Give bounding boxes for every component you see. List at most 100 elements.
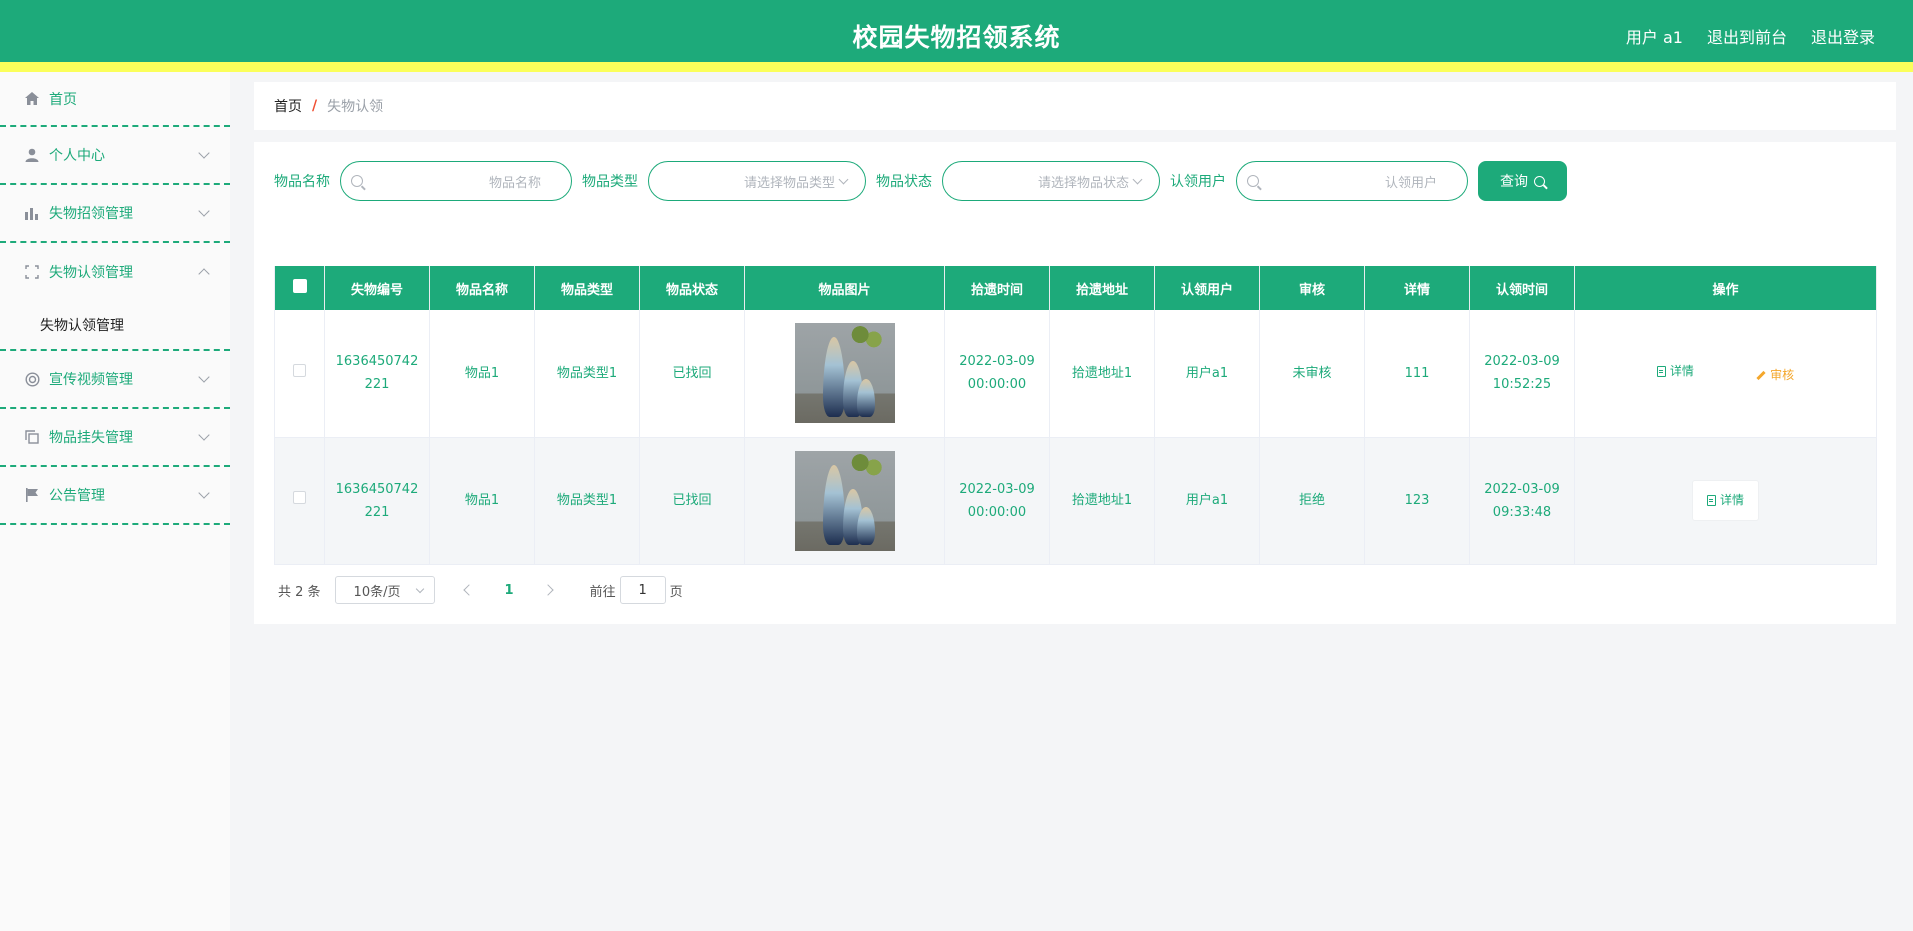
cell-address: 拾遗地址1	[1049, 310, 1155, 438]
scan-icon	[24, 264, 40, 280]
column-header: 物品图片	[744, 266, 945, 310]
sidebar-item-label: 宣传视频管理	[49, 372, 133, 388]
cell-name: 物品1	[429, 310, 535, 438]
chart-icon	[24, 205, 40, 221]
sidebar-item-lost-report[interactable]: 物品挂失管理	[0, 409, 230, 467]
cell-id-line2: 221	[364, 504, 390, 520]
item-image[interactable]	[794, 323, 895, 424]
column-header: 操作	[1574, 266, 1877, 310]
cell-id: 1636450742 221	[324, 437, 430, 565]
goto-page-input[interactable]: 1	[619, 576, 666, 604]
claim-time: 10:52:25	[1492, 377, 1552, 393]
detail-button[interactable]: 详情	[1643, 354, 1708, 389]
cell-detail: 123	[1364, 437, 1470, 565]
sidebar: 首页 个人中心 失物招领管理 失物认领管理 失物认领管理 宣传视频管理 物品挂失…	[0, 72, 230, 931]
query-button[interactable]: 查询	[1478, 161, 1567, 201]
cell-status: 已找回	[639, 437, 745, 565]
next-page-icon[interactable]	[541, 584, 554, 596]
cell-claim-time: 2022-03-09 09:33:48	[1469, 437, 1575, 565]
claim-user-input[interactable]: 认领用户	[1236, 161, 1468, 201]
column-header: 认领时间	[1469, 266, 1575, 310]
copy-icon	[24, 429, 40, 445]
chevron-down-icon	[415, 584, 424, 594]
document-icon	[1706, 495, 1716, 506]
cell-found-time: 2022-03-09 00:00:00	[944, 310, 1050, 438]
item-type-placeholder: 请选择物品类型	[743, 175, 835, 191]
found-time: 00:00:00	[967, 377, 1027, 393]
user-icon	[24, 147, 40, 163]
vase-shape	[856, 379, 875, 418]
row-checkbox[interactable]	[293, 363, 306, 377]
cell-detail: 111	[1364, 310, 1470, 438]
sidebar-item-claim[interactable]: 失物认领管理	[0, 243, 230, 301]
table-row: 1636450742 221 物品1 物品类型1 已找回 2022-03-09 00…	[274, 437, 1877, 565]
claim-user-label: 认领用户	[1170, 174, 1226, 190]
cell-id: 1636450742 221	[324, 310, 430, 438]
page-size-select[interactable]: 10条/页	[334, 576, 435, 604]
cell-id-line1: 1636450742	[335, 354, 419, 370]
leaf-shape	[849, 452, 884, 477]
item-name-input[interactable]: 物品名称	[340, 161, 572, 201]
home-icon	[24, 91, 40, 107]
sidebar-item-lost-found[interactable]: 失物招领管理	[0, 185, 230, 243]
cell-image	[744, 310, 945, 438]
leaf-shape	[849, 325, 884, 350]
page-number[interactable]: 1	[505, 583, 514, 598]
flag-icon	[24, 487, 40, 503]
claim-time: 09:33:48	[1492, 504, 1552, 520]
header-actions: 用户 a1 退出到前台 退出登录	[1626, 24, 1875, 48]
current-user[interactable]: 用户 a1	[1626, 24, 1683, 48]
prev-page-icon[interactable]	[462, 584, 475, 596]
audit-button[interactable]: 审核	[1742, 358, 1808, 393]
cell-address: 拾遗地址1	[1049, 437, 1155, 565]
chevron-down-icon	[198, 147, 210, 159]
column-header: 详情	[1364, 266, 1470, 310]
search-bar: 物品名称 物品名称 物品类型 请选择物品类型 物品状态 请选择物品状态 认领用户…	[274, 161, 1567, 201]
found-time: 00:00:00	[967, 504, 1027, 520]
item-status-select[interactable]: 请选择物品状态	[942, 161, 1160, 201]
table-header-row: 失物编号 物品名称 物品类型 物品状态 物品图片 拾遗时间 拾遗地址 认领用户 …	[274, 266, 1877, 310]
item-name-placeholder: 物品名称	[488, 175, 541, 191]
logout-link[interactable]: 退出登录	[1811, 24, 1875, 48]
sidebar-item-home[interactable]: 首页	[0, 72, 230, 127]
goto-suffix: 页	[669, 584, 683, 600]
row-checkbox[interactable]	[293, 491, 306, 504]
item-type-select[interactable]: 请选择物品类型	[648, 161, 866, 201]
item-status-placeholder: 请选择物品状态	[1037, 175, 1129, 191]
top-header: 校园失物招领系统 用户 a1 退出到前台 退出登录	[0, 0, 1913, 72]
cell-name: 物品1	[429, 437, 535, 565]
sidebar-item-label: 失物招领管理	[49, 206, 133, 222]
breadcrumb-home[interactable]: 首页	[274, 96, 302, 116]
sidebar-item-announcement[interactable]: 公告管理	[0, 467, 230, 525]
cell-user: 用户a1	[1154, 310, 1260, 438]
breadcrumb: 首页 / 失物认领	[254, 82, 1896, 130]
search-icon	[1247, 175, 1259, 187]
cell-type: 物品类型1	[534, 437, 640, 565]
sidebar-item-video[interactable]: 宣传视频管理	[0, 351, 230, 409]
chevron-up-icon	[198, 268, 210, 280]
cell-image	[744, 437, 945, 565]
cell-user: 用户a1	[1154, 437, 1260, 565]
breadcrumb-separator: /	[312, 98, 318, 114]
sidebar-item-personal-center[interactable]: 个人中心	[0, 127, 230, 185]
detail-button-label: 详情	[1719, 493, 1744, 507]
back-to-front-link[interactable]: 退出到前台	[1707, 24, 1787, 48]
chevron-down-icon	[198, 371, 210, 383]
item-image[interactable]	[794, 450, 895, 551]
select-all-checkbox[interactable]	[292, 279, 307, 293]
chevron-down-icon	[198, 205, 210, 217]
item-name-label: 物品名称	[274, 174, 330, 190]
detail-button[interactable]: 详情	[1691, 480, 1759, 521]
sidebar-item-label: 公告管理	[49, 488, 105, 504]
detail-button-label: 详情	[1669, 363, 1694, 378]
vase-shape	[822, 337, 845, 418]
select-all-header[interactable]	[274, 266, 325, 310]
column-header: 物品类型	[534, 266, 640, 310]
cell-actions: 详情	[1574, 437, 1877, 565]
cell-id-line2: 221	[364, 377, 390, 393]
cell-claim-time: 2022-03-09 10:52:25	[1469, 310, 1575, 438]
pagination: 共 2 条 10条/页 1 前往 1 页	[278, 576, 683, 604]
vase-shape	[856, 506, 875, 545]
item-type-label: 物品类型	[582, 174, 638, 190]
submenu-claim-management[interactable]: 失物认领管理	[0, 301, 230, 351]
